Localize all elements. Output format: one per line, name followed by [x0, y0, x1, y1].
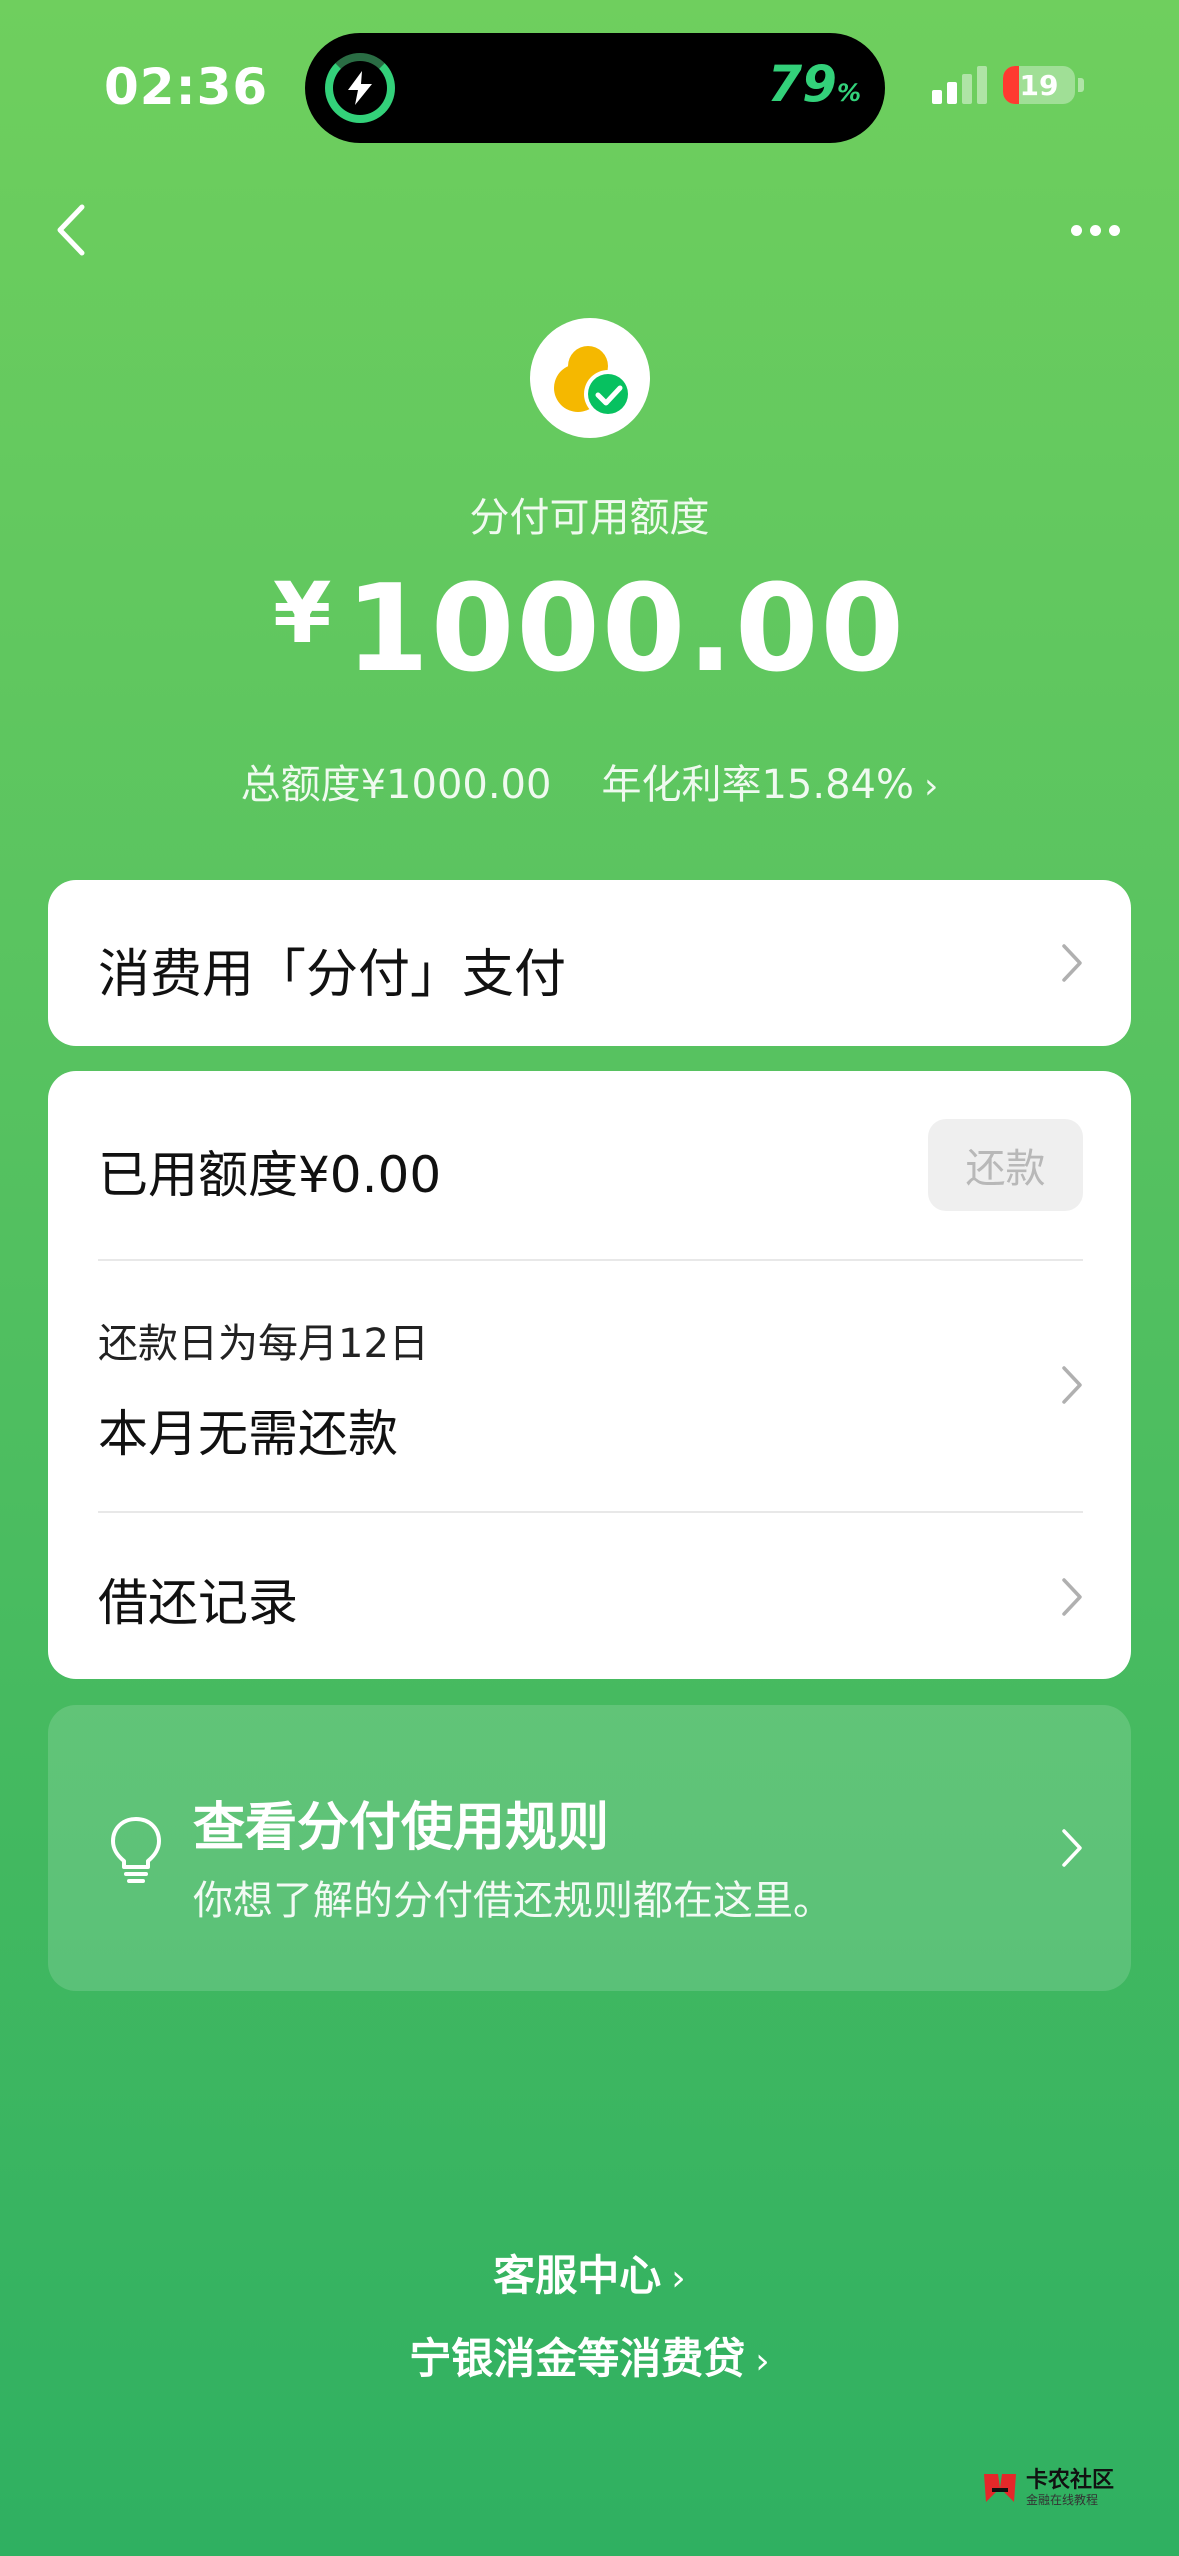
lightbulb-icon: [108, 1815, 164, 1885]
records-label: 借还记录: [98, 1574, 298, 1632]
chevron-left-icon[interactable]: [40, 195, 110, 265]
pay-with-fenfu-row[interactable]: 消费用「分付」支付: [48, 880, 1131, 1046]
signal-icon: [932, 64, 988, 104]
chevron-right-icon: ›: [671, 2258, 686, 2299]
available-limit-label: 分付可用额度: [469, 495, 710, 541]
charging-icon: [325, 53, 395, 123]
due-day-text: 还款日为每月12日: [98, 1321, 429, 1367]
watermark-subtitle: 金融在线教程: [1026, 2492, 1099, 2507]
watermark-title: 卡农社区: [1026, 2468, 1115, 2494]
pay-with-fenfu-label: 消费用「分付」支付: [98, 945, 567, 1005]
chevron-right-icon: ›: [755, 2341, 770, 2382]
no-repay-text: 本月无需还款: [98, 1405, 398, 1463]
total-limit: 总额度¥1000.00: [240, 762, 552, 808]
fenfu-logo-icon: [530, 318, 650, 438]
battery-icon: 19: [1003, 66, 1075, 104]
borrow-repay-records-row[interactable]: 借还记录: [48, 1513, 1131, 1679]
chevron-right-icon: [1061, 1365, 1083, 1405]
dynamic-island: 79%: [305, 33, 885, 143]
watermark-logo-icon: [980, 2468, 1020, 2508]
status-time: 02:36: [104, 58, 269, 116]
rules-title: 查看分付使用规则: [193, 1798, 610, 1858]
repayment-schedule-row[interactable]: 还款日为每月12日 本月无需还款: [48, 1261, 1131, 1511]
credit-usage-card: 已用额度¥0.00 还款 还款日为每月12日 本月无需还款 借还记录: [48, 1071, 1131, 1679]
chevron-right-icon: [1061, 1828, 1083, 1868]
rules-description: 你想了解的分付借还规则都在这里。: [193, 1878, 833, 1924]
more-dots-icon[interactable]: [1060, 200, 1130, 260]
chevron-right-icon: ›: [923, 766, 939, 807]
repay-button[interactable]: 还款: [928, 1119, 1083, 1211]
consumer-loan-link[interactable]: 宁银消金等消费贷 ›: [0, 2325, 1179, 2386]
status-bar: 02:36 79% 19: [0, 0, 1179, 170]
watermark: 卡农社区 金融在线教程: [980, 2460, 1140, 2516]
currency-symbol: ¥: [272, 564, 334, 662]
available-amount: ¥1000.00: [272, 560, 906, 699]
battery-percent: 79%: [767, 55, 861, 113]
battery-nub: [1078, 78, 1084, 92]
chevron-right-icon: [1061, 1577, 1083, 1617]
limit-rate-info[interactable]: 总额度¥1000.00 年化利率15.84% ›: [0, 752, 1179, 810]
annual-rate[interactable]: 年化利率15.84%: [601, 762, 914, 808]
chevron-right-icon: [1061, 943, 1083, 983]
usage-rules-card[interactable]: 查看分付使用规则 你想了解的分付借还规则都在这里。: [48, 1705, 1131, 1991]
customer-service-link[interactable]: 客服中心 ›: [0, 2242, 1179, 2303]
used-amount: 已用额度¥0.00: [98, 1146, 442, 1204]
